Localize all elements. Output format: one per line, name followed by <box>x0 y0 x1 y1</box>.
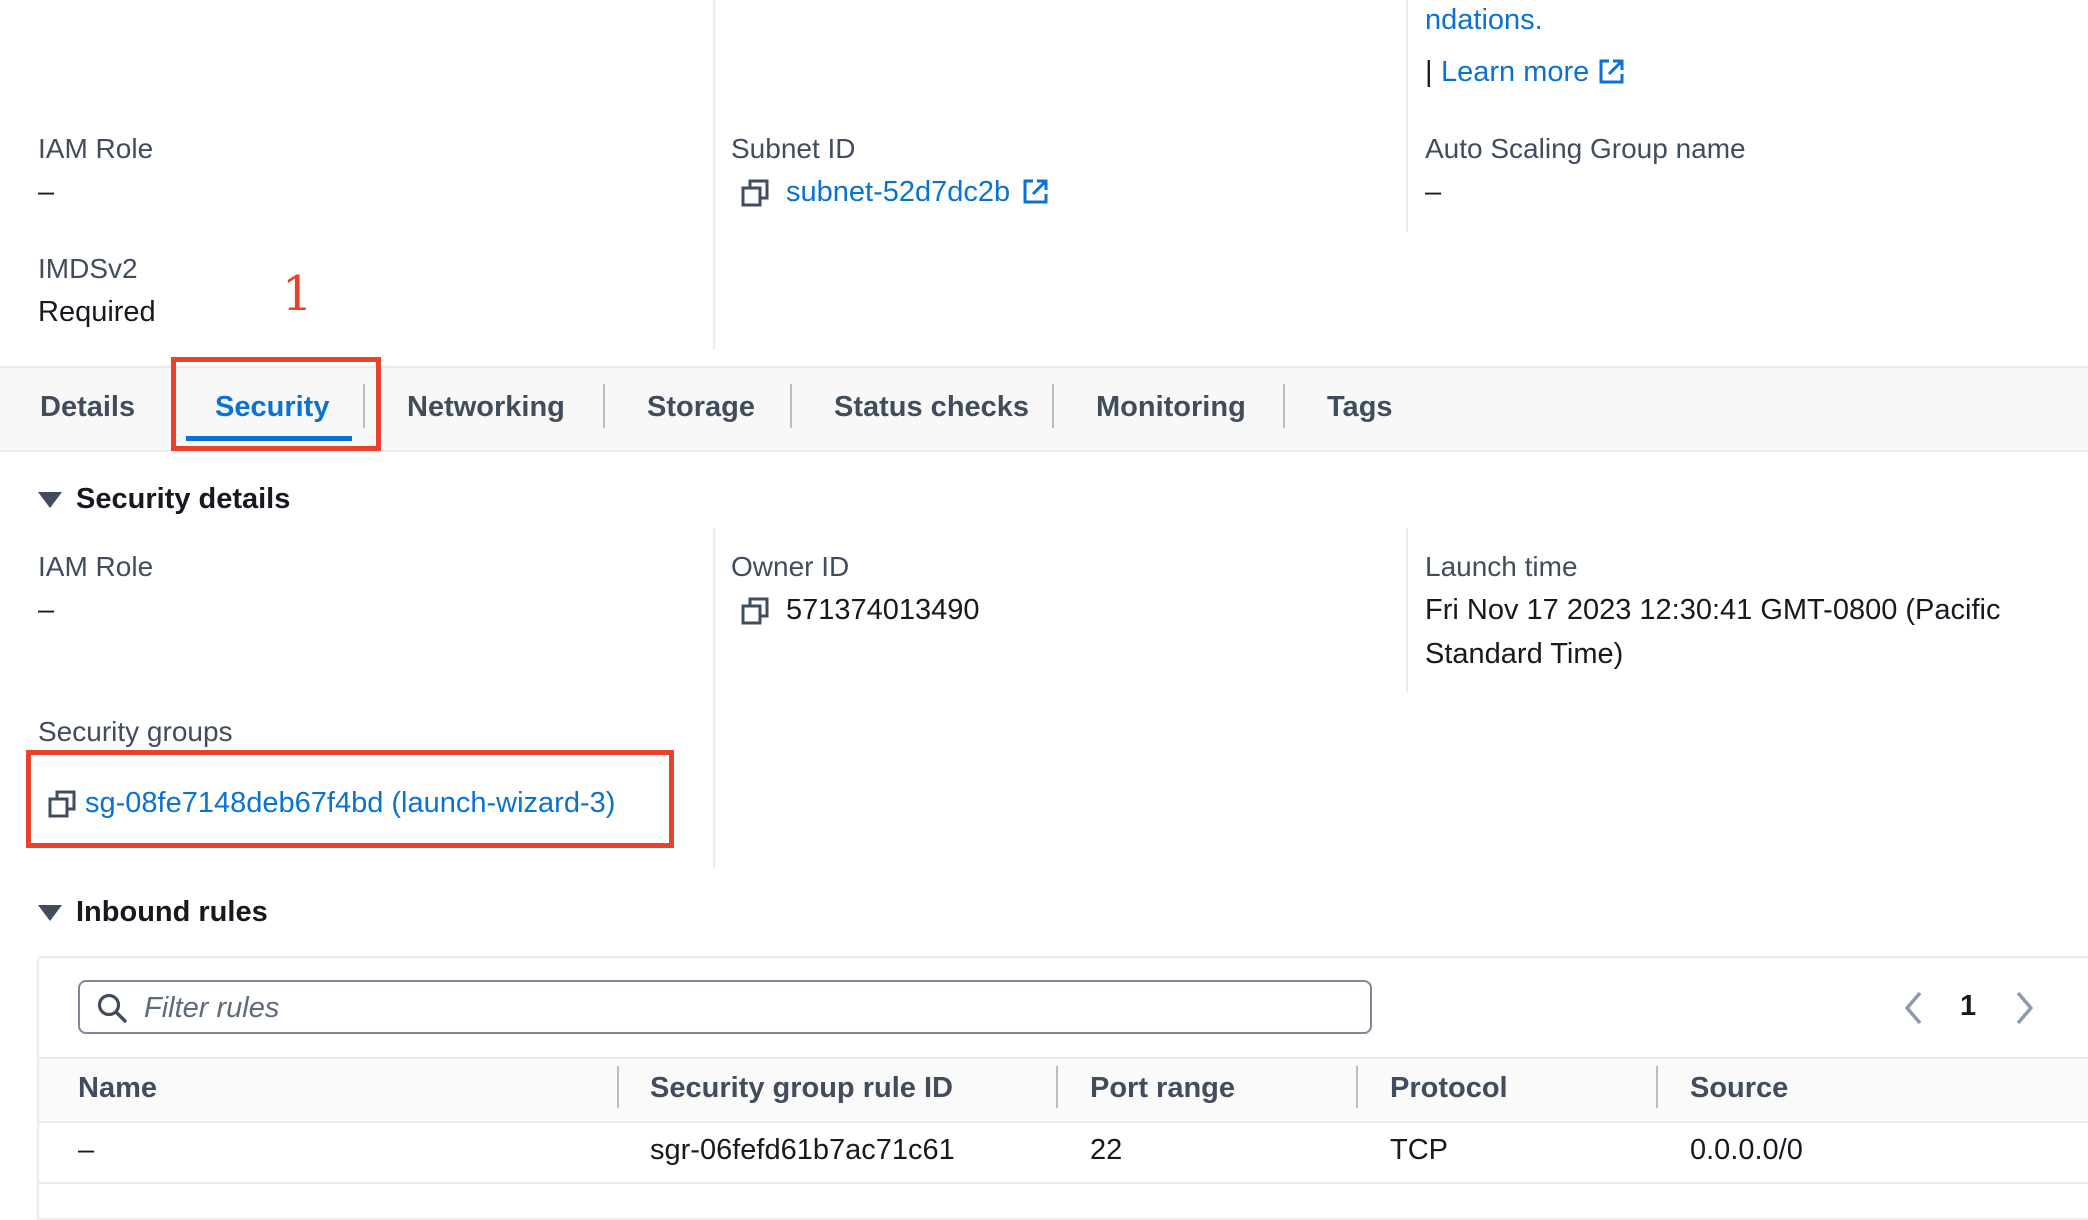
owner-id-value: 571374013490 <box>786 594 980 626</box>
column-divider <box>713 0 715 350</box>
column-header-name[interactable]: Name <box>78 1057 157 1119</box>
table-cell-name: – <box>78 1134 95 1166</box>
tab-monitoring[interactable]: Monitoring <box>1096 366 1246 448</box>
column-resizer[interactable] <box>1656 1066 1658 1108</box>
external-link-icon[interactable] <box>1596 57 1626 87</box>
asg-name-label: Auto Scaling Group name <box>1425 133 1746 164</box>
chevron-left-icon[interactable] <box>1902 990 1926 1026</box>
tab-tags[interactable]: Tags <box>1327 366 1393 448</box>
column-header-source[interactable]: Source <box>1690 1057 1788 1119</box>
security-groups-label: Security groups <box>38 716 233 747</box>
copy-icon[interactable] <box>741 179 769 207</box>
tab-status-checks[interactable]: Status checks <box>834 366 1029 448</box>
collapse-caret-icon[interactable] <box>38 905 62 921</box>
owner-id-label: Owner ID <box>731 551 850 582</box>
iam-role-value: – <box>38 176 55 208</box>
iam-role-label: IAM Role <box>38 133 154 164</box>
column-header-port-range[interactable]: Port range <box>1090 1057 1235 1119</box>
column-divider <box>713 528 715 868</box>
imdsv2-value: Required <box>38 296 156 328</box>
collapse-caret-icon[interactable] <box>38 492 62 508</box>
table-cell-port-range: 22 <box>1090 1134 1123 1166</box>
column-header-rule-id[interactable]: Security group rule ID <box>650 1057 953 1119</box>
annotation-number: 1 <box>282 266 313 322</box>
subnet-id-label: Subnet ID <box>731 133 856 164</box>
table-cell-source: 0.0.0.0/0 <box>1690 1134 1803 1166</box>
column-resizer[interactable] <box>1056 1066 1058 1108</box>
highlight-box-security-group <box>26 750 674 848</box>
column-divider <box>1406 0 1408 232</box>
highlight-box-security-tab <box>171 357 381 451</box>
column-resizer[interactable] <box>1356 1066 1358 1108</box>
column-resizer[interactable] <box>617 1066 619 1108</box>
tab-networking[interactable]: Networking <box>407 366 565 448</box>
asg-name-value: – <box>1425 176 1442 208</box>
tab-separator <box>1283 384 1285 428</box>
imdsv2-label: IMDSv2 <box>38 253 138 284</box>
launch-time-value-cont: Standard Time) <box>1425 638 1624 670</box>
table-cell-protocol: TCP <box>1390 1134 1448 1166</box>
launch-time-value: Fri Nov 17 2023 12:30:41 GMT-0800 (Pacif… <box>1425 594 2001 626</box>
inbound-rules-heading[interactable]: Inbound rules <box>76 896 268 929</box>
security-details-heading[interactable]: Security details <box>76 483 290 516</box>
subnet-id-link[interactable]: subnet-52d7dc2b <box>786 176 1010 209</box>
tab-details[interactable]: Details <box>40 366 135 448</box>
pipe-separator: | <box>1425 56 1433 88</box>
tab-separator <box>790 384 792 428</box>
page-number[interactable]: 1 <box>1960 990 1976 1023</box>
filter-rules-box[interactable] <box>78 980 1372 1034</box>
learn-more-link[interactable]: Learn more <box>1441 56 1589 89</box>
table-row-divider <box>39 1182 2088 1184</box>
external-link-icon[interactable] <box>1020 177 1050 207</box>
iam-role-value: – <box>38 594 55 626</box>
chevron-right-icon[interactable] <box>2012 990 2036 1026</box>
copy-icon[interactable] <box>741 597 769 625</box>
tab-separator <box>1052 384 1054 428</box>
launch-time-label: Launch time <box>1425 551 1578 582</box>
filter-rules-input[interactable] <box>142 990 1346 1026</box>
search-icon <box>97 993 127 1023</box>
iam-role-label: IAM Role <box>38 551 154 582</box>
table-cell-rule-id: sgr-06fefd61b7ac71c61 <box>650 1134 955 1166</box>
column-divider <box>1406 528 1408 692</box>
recommendations-link[interactable]: ndations. <box>1425 4 1543 37</box>
column-header-protocol[interactable]: Protocol <box>1390 1057 1508 1119</box>
tab-storage[interactable]: Storage <box>647 366 755 448</box>
tab-separator <box>603 384 605 428</box>
